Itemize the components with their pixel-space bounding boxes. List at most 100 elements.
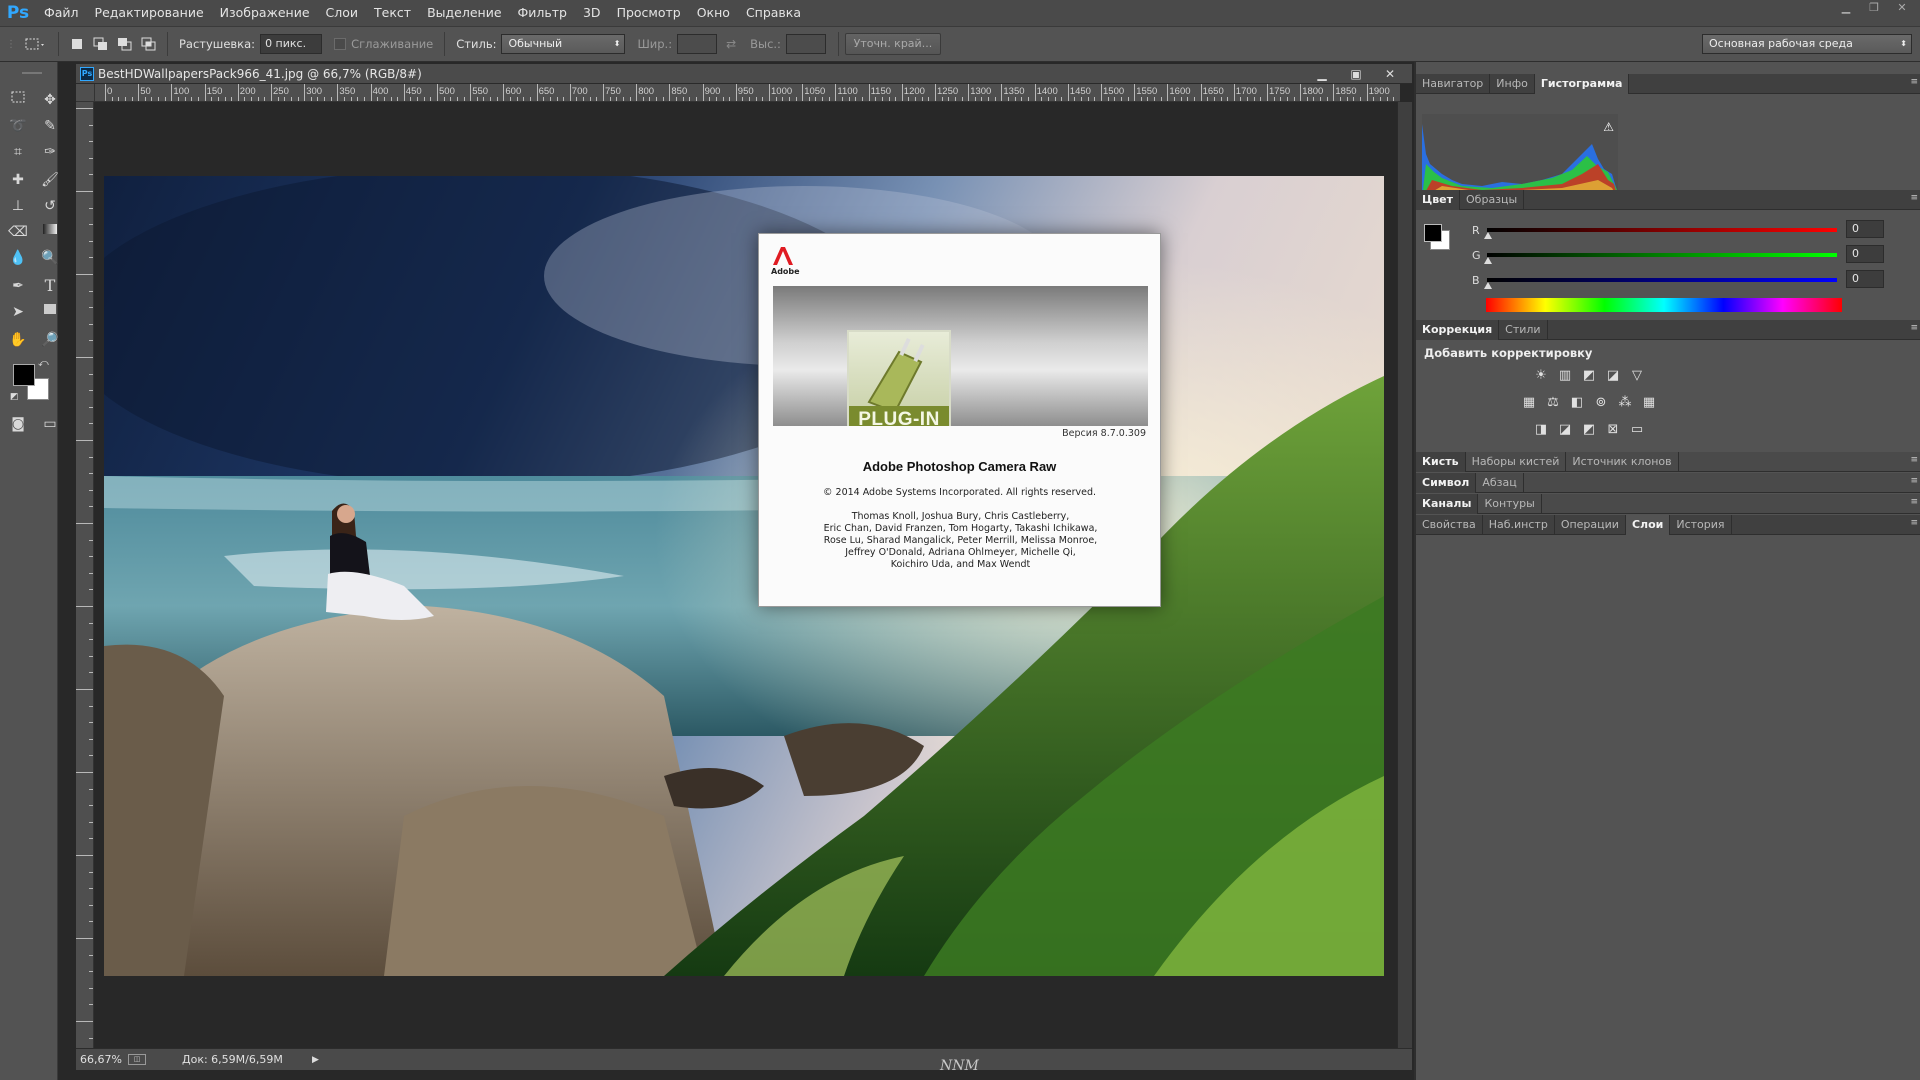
curves-icon[interactable]: ◩ [1580, 368, 1598, 384]
foreground-color-swatch-top[interactable] [13, 364, 35, 386]
tab-channels[interactable]: Каналы [1416, 494, 1479, 514]
feather-input[interactable]: 0 пикс. [260, 34, 323, 54]
blue-value-input[interactable]: 0 [1846, 270, 1884, 288]
horizontal-ruler[interactable]: 0 50 100 150 200 250 300 350 400 450 500 550 600 650 7… [95, 84, 1400, 102]
panel-menu-icon[interactable]: ≡ [1910, 476, 1918, 486]
black-white-icon[interactable]: ◧ [1568, 395, 1586, 411]
status-menu-arrow-icon[interactable]: ▶ [312, 1055, 319, 1065]
tab-brush[interactable]: Кисть [1416, 452, 1466, 472]
selective-color-icon[interactable]: ⊠ [1604, 422, 1622, 438]
lasso-icon[interactable]: ➰ [6, 114, 30, 138]
swap-colors-icon[interactable]: ⤺ [38, 358, 49, 369]
tab-swatches[interactable]: Образцы [1460, 190, 1525, 210]
zoom-readout[interactable]: 66,67% [80, 1053, 128, 1066]
panel-menu-icon[interactable]: ≡ [1910, 455, 1918, 465]
tab-character[interactable]: Символ [1416, 473, 1477, 493]
gradient-map-triangle-icon[interactable]: ▽ [1628, 368, 1646, 384]
blue-slider-track[interactable] [1487, 278, 1837, 282]
new-selection-icon[interactable] [65, 33, 89, 55]
doc-minimize-icon[interactable]: ▁ [1310, 64, 1334, 84]
tab-layers[interactable]: Слои [1625, 515, 1671, 535]
tab-properties[interactable]: Свойства [1416, 515, 1483, 535]
color-spectrum[interactable] [1486, 298, 1842, 312]
height-input[interactable] [785, 34, 826, 54]
tab-histogram[interactable]: Гистограмма [1534, 74, 1630, 94]
tab-navigator[interactable]: Навигатор [1416, 74, 1491, 94]
workspace-select[interactable]: Основная рабочая среда ⬍ [1702, 34, 1912, 54]
hand-icon[interactable]: ✋ [6, 328, 30, 352]
panel-menu-icon[interactable]: ≡ [1910, 77, 1918, 87]
red-value-input[interactable]: 0 [1846, 220, 1884, 238]
panel-menu-icon[interactable]: ≡ [1910, 497, 1918, 507]
tab-paragraph[interactable]: Абзац [1476, 473, 1524, 493]
doc-maximize-icon[interactable]: ▣ [1344, 64, 1368, 84]
tab-styles[interactable]: Стили [1499, 320, 1548, 340]
invert-icon[interactable]: ◨ [1532, 422, 1550, 438]
panel-menu-icon[interactable]: ≡ [1910, 518, 1918, 528]
swap-icon[interactable]: ⇄ [717, 33, 745, 55]
ruler-origin[interactable] [76, 84, 95, 102]
menu-view[interactable]: Просмотр [609, 0, 689, 26]
color-lookup-icon[interactable]: ▦ [1640, 395, 1658, 411]
panel-menu-icon[interactable]: ≡ [1910, 193, 1918, 203]
crop-icon[interactable]: ⌗ [6, 140, 30, 164]
pen-icon[interactable]: ✒ [6, 274, 30, 298]
antialias-checkbox[interactable] [334, 38, 347, 50]
rect-marquee-preset-button[interactable] [18, 33, 52, 55]
status-preview-icon[interactable]: ◫ [128, 1054, 146, 1065]
menu-edit[interactable]: Редактирование [87, 0, 212, 26]
menu-select[interactable]: Выделение [419, 0, 509, 26]
tab-adjustments[interactable]: Коррекция [1416, 320, 1500, 340]
green-slider-track[interactable] [1487, 253, 1837, 257]
menu-file[interactable]: Файл [36, 0, 87, 26]
add-selection-icon[interactable] [89, 33, 113, 55]
gradient-icon[interactable] [38, 220, 62, 244]
type-tool-icon[interactable]: T [38, 274, 62, 298]
photo-filter-icon[interactable]: ⊚ [1592, 395, 1610, 411]
intersect-selection-icon[interactable] [137, 33, 161, 55]
blue-slider-thumb[interactable] [1484, 282, 1492, 289]
tab-history[interactable]: История [1670, 515, 1732, 535]
menu-3d[interactable]: 3D [575, 0, 609, 26]
quick-mask-icon[interactable]: ◙ [6, 412, 30, 436]
menu-layers[interactable]: Слои [318, 0, 367, 26]
restore-icon[interactable]: ❐ [1862, 0, 1886, 16]
exposure-icon[interactable]: ◪ [1604, 368, 1622, 384]
move-tool-icon[interactable]: ✥ [38, 88, 62, 112]
style-select[interactable]: Обычный ⬍ [501, 34, 626, 54]
menu-type[interactable]: Текст [366, 0, 419, 26]
subtract-selection-icon[interactable] [113, 33, 137, 55]
gradient-map-icon[interactable]: ▭ [1628, 422, 1646, 438]
rectangle-shape-icon[interactable] [38, 300, 62, 324]
zoom-icon[interactable]: 🔎 [38, 328, 62, 352]
menu-image[interactable]: Изображение [212, 0, 318, 26]
posterize-icon[interactable]: ◪ [1556, 422, 1574, 438]
default-colors-icon[interactable]: ◩ [10, 392, 19, 402]
history-brush-icon[interactable]: ↺ [38, 194, 62, 218]
vertical-scrollbar[interactable] [1397, 102, 1412, 1048]
tab-info[interactable]: Инфо [1490, 74, 1535, 94]
doc-close-icon[interactable]: ✕ [1378, 64, 1402, 84]
brightness-icon[interactable]: ☀ [1532, 368, 1550, 384]
screen-mode-icon[interactable]: ▭ [38, 412, 62, 436]
vibrance-icon[interactable]: ▦ [1520, 395, 1538, 411]
warning-icon[interactable]: ⚠ [1603, 120, 1614, 134]
camera-raw-about-dialog[interactable]: Adobe PLUG-IN Версия 8.7.0.309 Adobe Pho… [758, 233, 1161, 607]
green-value-input[interactable]: 0 [1846, 245, 1884, 263]
red-slider-thumb[interactable] [1484, 232, 1492, 239]
dodge-icon[interactable]: 🔍 [38, 246, 62, 270]
brush-icon[interactable]: 🖌 [38, 168, 62, 192]
channel-mixer-icon[interactable]: ⁂ [1616, 395, 1634, 411]
healing-brush-icon[interactable]: ✚ [6, 168, 30, 192]
eyedropper-icon[interactable]: ✑ [38, 140, 62, 164]
tab-color[interactable]: Цвет [1416, 190, 1461, 210]
blur-icon[interactable]: 💧 [6, 246, 30, 270]
tab-tool-presets[interactable]: Наб.инстр [1483, 515, 1555, 535]
menu-filter[interactable]: Фильтр [510, 0, 575, 26]
menu-window[interactable]: Окно [689, 0, 738, 26]
color-balance-icon[interactable]: ⚖ [1544, 395, 1562, 411]
vertical-ruler[interactable] [76, 102, 94, 1048]
rectangular-marquee-icon[interactable] [6, 88, 30, 112]
minimize-icon[interactable]: ▁ [1834, 0, 1858, 16]
red-slider-track[interactable] [1487, 228, 1837, 232]
